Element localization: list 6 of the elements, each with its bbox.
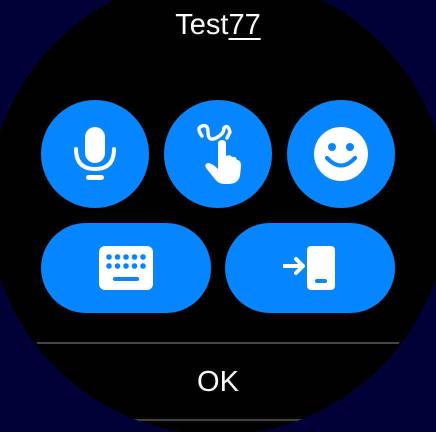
ok-button[interactable]: OK (181, 364, 255, 400)
microphone-icon (73, 127, 117, 181)
smiley-face-icon (314, 127, 368, 181)
input-field[interactable]: Test77 (175, 7, 261, 43)
keyboard-icon (99, 246, 153, 290)
phone-with-arrow-icon (283, 246, 337, 290)
